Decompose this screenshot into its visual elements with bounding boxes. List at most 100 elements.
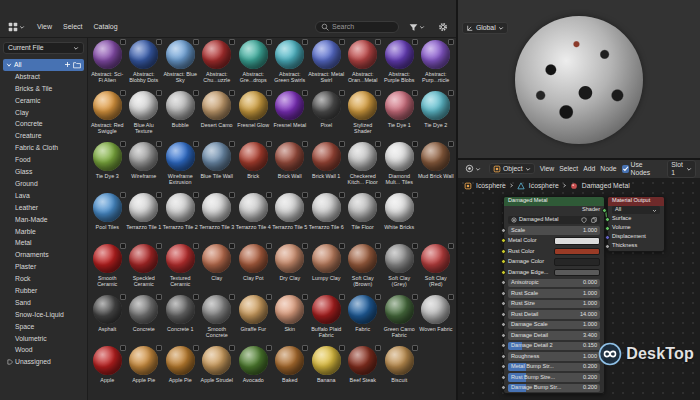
asset-tile[interactable]: Mud Brick Wall: [418, 142, 455, 193]
asset-tile[interactable]: Tie Dye 3: [89, 142, 126, 193]
value-field[interactable]: Damage Detail3.400: [508, 331, 600, 340]
asset-tile[interactable]: Wireframe: [126, 142, 163, 193]
catalog-item[interactable]: Metal: [3, 237, 84, 249]
header-menu[interactable]: Node: [600, 165, 616, 173]
input-socket[interactable]: [501, 343, 506, 348]
asset-tile[interactable]: Tie Dye 1: [381, 91, 418, 142]
asset-tile[interactable]: Abstract: Oran...Metal: [345, 40, 382, 91]
catalog-item[interactable]: Lava: [3, 190, 84, 202]
asset-tile[interactable]: Apple Pie: [126, 346, 163, 397]
asset-tile[interactable]: Biscuit: [381, 346, 418, 397]
asset-tile[interactable]: Checkered Kitch... Floor: [345, 142, 382, 193]
asset-tile[interactable]: Apple Pie: [162, 346, 199, 397]
open-folder-button[interactable]: [73, 61, 81, 69]
input-socket[interactable]: [501, 301, 506, 306]
node-canvas[interactable]: IcosphereIcosphereDamaged MetalDamaged M…: [458, 178, 700, 400]
input-socket[interactable]: [501, 375, 506, 380]
asset-tile[interactable]: Baked: [272, 346, 309, 397]
asset-tile[interactable]: Dry Clay: [272, 244, 309, 295]
input-socket[interactable]: [605, 235, 610, 240]
asset-tile[interactable]: Lumpy Clay: [308, 244, 345, 295]
input-socket[interactable]: [501, 385, 506, 390]
orientation-dropdown[interactable]: Global: [462, 22, 508, 34]
catalog-item[interactable]: Glass: [3, 166, 84, 178]
catalog-item[interactable]: Space: [3, 321, 84, 333]
asset-tile[interactable]: Stylized Shader: [345, 91, 382, 142]
use-nodes-toggle[interactable]: Use Nodes: [622, 161, 658, 177]
asset-tile[interactable]: Giraffe Fur: [235, 295, 272, 346]
input-socket[interactable]: [501, 280, 506, 285]
asset-tile[interactable]: Abstract: Red Swiggle: [89, 91, 126, 142]
input-socket[interactable]: [501, 270, 506, 275]
value-field[interactable]: Scale1.000: [508, 226, 600, 235]
catalog-item[interactable]: Food: [3, 154, 84, 166]
asset-tile[interactable]: Diamond Mult... Tiles: [381, 142, 418, 193]
asset-tile[interactable]: Abstract: Gre...drops: [235, 40, 272, 91]
asset-tile[interactable]: Blue Tile Wall: [199, 142, 236, 193]
asset-tile[interactable]: Tie Dye 2: [418, 91, 455, 142]
material-output-node[interactable]: Material OutputAllSurfaceVolumeDisplacem…: [607, 196, 665, 252]
factor-slider[interactable]: Damage Detail 20.150: [508, 342, 600, 351]
asset-tile[interactable]: Concrete: [126, 295, 163, 346]
settings-button[interactable]: [435, 21, 451, 33]
asset-tile[interactable]: Wireframe Extrusion: [162, 142, 199, 193]
use-nodes-checkbox[interactable]: [622, 165, 629, 173]
catalog-item[interactable]: Rock: [3, 273, 84, 285]
factor-slider[interactable]: Rust Bump Stre...0.200: [508, 373, 600, 382]
input-socket[interactable]: [605, 226, 610, 231]
catalog-item[interactable]: Leather: [3, 202, 84, 214]
input-socket[interactable]: [501, 291, 506, 296]
asset-tile[interactable]: Abstract: Blue Sky: [162, 40, 199, 91]
input-socket[interactable]: [501, 249, 506, 254]
asset-tile[interactable]: Blue Alu Texture: [126, 91, 163, 142]
value-field[interactable]: Anisotropic0.000: [508, 279, 600, 288]
asset-tile[interactable]: Brick Wall: [272, 142, 309, 193]
asset-tile[interactable]: Fabric: [345, 295, 382, 346]
editor-type-button[interactable]: [5, 21, 28, 33]
asset-tile[interactable]: Textured Ceramic: [162, 244, 199, 295]
header-menu[interactable]: Add: [583, 165, 595, 173]
asset-tile[interactable]: Abstract: Sci-Fi Alien: [89, 40, 126, 91]
object-dropdown[interactable]: Object: [489, 163, 535, 174]
input-socket[interactable]: [501, 259, 506, 264]
input-socket[interactable]: [605, 217, 610, 222]
asset-tile[interactable]: Terrazzo Tile 4: [235, 193, 272, 244]
asset-tile[interactable]: White Bricks: [381, 193, 418, 244]
asset-tile[interactable]: Terrazzo Tile 5: [272, 193, 309, 244]
asset-tile[interactable]: Abstract: Purple Blobs: [381, 40, 418, 91]
asset-tile[interactable]: Pixel: [308, 91, 345, 142]
input-socket[interactable]: [501, 322, 506, 327]
asset-tile[interactable]: Smooth Ceramic: [89, 244, 126, 295]
asset-tile[interactable]: Abstract: Chu...uzzle: [199, 40, 236, 91]
input-socket[interactable]: [501, 228, 506, 233]
asset-tile[interactable]: Fresnel Metal: [272, 91, 309, 142]
input-socket[interactable]: [605, 244, 610, 249]
catalog-item[interactable]: Ceramic: [3, 95, 84, 107]
catalog-item[interactable]: Clay: [3, 107, 84, 119]
asset-tile[interactable]: Concrete 1: [162, 295, 199, 346]
editor-type-button[interactable]: [462, 163, 484, 174]
header-menu[interactable]: Select: [559, 165, 578, 173]
asset-tile[interactable]: Terrazzo Tile 6: [308, 193, 345, 244]
catalog-item[interactable]: Ornaments: [3, 249, 84, 261]
color-swatch[interactable]: [554, 237, 600, 245]
asset-tile[interactable]: Smooth Concrete: [199, 295, 236, 346]
search-box[interactable]: [315, 21, 399, 33]
value-field[interactable]: Rust Size1.000: [508, 300, 600, 309]
catalog-item[interactable]: Creature: [3, 130, 84, 142]
color-swatch[interactable]: [554, 258, 600, 266]
viewport[interactable]: Global: [458, 0, 700, 158]
asset-tile[interactable]: Terrazzo Tile 3: [199, 193, 236, 244]
color-swatch[interactable]: [554, 269, 600, 277]
header-menu[interactable]: View: [540, 165, 555, 173]
breadcrumb-item[interactable]: Icosphere: [517, 182, 559, 190]
header-menu[interactable]: Catalog: [92, 22, 120, 32]
asset-tile[interactable]: Clay Pot: [235, 244, 272, 295]
asset-tile[interactable]: Fresnel Glow: [235, 91, 272, 142]
asset-tile[interactable]: Skin: [272, 295, 309, 346]
input-socket[interactable]: [501, 333, 506, 338]
breadcrumb-item[interactable]: Damaged Metal: [570, 182, 630, 190]
catalog-root[interactable]: All: [3, 59, 84, 71]
value-field[interactable]: Roughness1.000: [508, 352, 600, 361]
catalog-item[interactable]: Fabric & Cloth: [3, 142, 84, 154]
